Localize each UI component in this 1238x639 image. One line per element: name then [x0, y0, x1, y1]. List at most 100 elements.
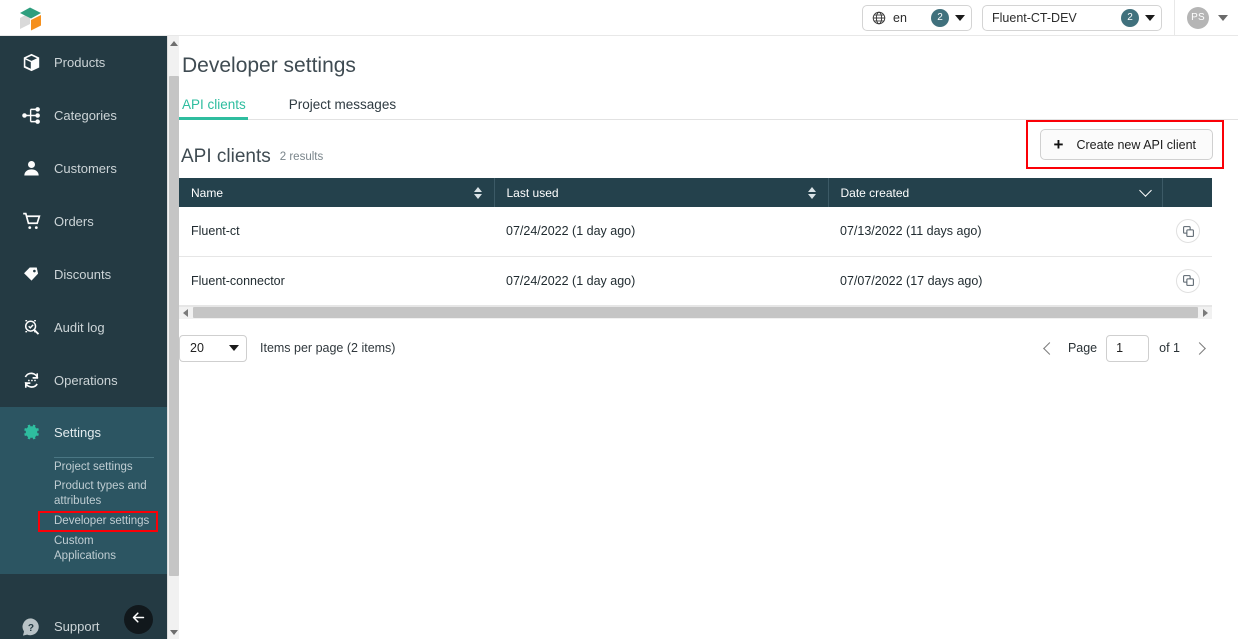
chevron-down-icon	[229, 345, 239, 351]
chevron-right-icon	[1193, 342, 1206, 355]
cart-icon	[14, 211, 48, 232]
table-body: Fluent-ct 07/24/2022 (1 day ago) 07/13/2…	[179, 207, 1212, 305]
language-label: en	[893, 11, 931, 25]
horizontal-scrollbar-thumb[interactable]	[193, 307, 1198, 318]
refresh-dots-icon	[14, 370, 48, 391]
sidebar-subitem-product-types[interactable]: Product types and attributes	[0, 477, 168, 511]
sidebar-item-label: Orders	[54, 214, 94, 229]
logo-container[interactable]	[0, 0, 168, 36]
sidebar-item-label: Categories	[54, 108, 117, 123]
cell-last-used: 07/24/2022 (1 day ago)	[494, 256, 828, 305]
column-header-last-used[interactable]: Last used	[494, 178, 828, 207]
copy-icon[interactable]	[1176, 219, 1200, 243]
arrow-left-icon	[130, 609, 147, 631]
tab-label: Project messages	[289, 97, 396, 112]
column-header-date-created[interactable]: Date created	[828, 178, 1162, 207]
svg-text:?: ?	[28, 622, 34, 633]
sort-toggle-icon[interactable]	[808, 187, 816, 199]
tab-project-messages[interactable]: Project messages	[286, 97, 401, 119]
sidebar-subitem-custom-applications[interactable]: Custom Applications	[0, 532, 168, 566]
gear-icon	[14, 421, 48, 443]
chevron-down-icon[interactable]	[1145, 15, 1155, 21]
scroll-left-arrow-icon[interactable]	[179, 306, 192, 319]
sidebar-subitem-project-settings[interactable]: Project settings	[0, 458, 168, 477]
project-selector[interactable]: Fluent-CT-DEV 2	[982, 5, 1162, 31]
total-pages-label: of 1	[1159, 341, 1180, 355]
sidebar-item-settings[interactable]: Settings	[0, 407, 168, 457]
table-header-row: Name Last used Date cr	[179, 178, 1212, 207]
project-count-badge: 2	[1121, 9, 1139, 27]
previous-page-button[interactable]	[1037, 337, 1059, 359]
cell-actions	[1162, 256, 1212, 305]
globe-icon	[872, 11, 886, 25]
page-number-input[interactable]: 1	[1106, 335, 1149, 362]
chevron-down-icon[interactable]	[955, 15, 965, 21]
sidebar-scrollbar-thumb[interactable]	[169, 76, 179, 576]
sort-descending-chevron-down-icon[interactable]	[1139, 184, 1152, 197]
tab-api-clients[interactable]: API clients	[179, 97, 251, 119]
table-row[interactable]: Fluent-ct 07/24/2022 (1 day ago) 07/13/2…	[179, 207, 1212, 256]
list-title: API clients	[181, 146, 271, 168]
commercetools-logo	[14, 4, 48, 32]
table-head: Name Last used Date cr	[179, 178, 1212, 207]
language-selector[interactable]: en 2	[862, 5, 972, 31]
sidebar-item-categories[interactable]: Categories	[0, 89, 168, 142]
sidebar-item-customers[interactable]: Customers	[0, 142, 168, 195]
sidebar-item-operations[interactable]: Operations	[0, 354, 168, 407]
page-title: Developer settings	[179, 36, 1238, 78]
scroll-right-arrow-icon[interactable]	[1199, 306, 1212, 319]
user-icon	[14, 158, 48, 179]
list-header: API clients 2 results + Create new API c…	[179, 120, 1238, 172]
box-icon	[14, 52, 48, 73]
page-number-value: 1	[1116, 341, 1123, 355]
sidebar-subitem-label: Developer settings	[54, 515, 149, 527]
next-page-button[interactable]	[1190, 337, 1212, 359]
pagination: Page 1 of 1	[1037, 335, 1212, 362]
plus-icon: +	[1054, 136, 1064, 153]
sidebar-collapse-button[interactable]	[124, 605, 153, 634]
cell-name: Fluent-ct	[179, 207, 494, 256]
sidebar-scrollbar[interactable]	[167, 36, 179, 639]
topbar-divider	[1174, 0, 1175, 36]
sidebar-item-label: Support	[54, 619, 100, 634]
column-header-name[interactable]: Name	[179, 178, 494, 207]
project-label: Fluent-CT-DEV	[992, 11, 1121, 25]
chevron-left-icon	[1043, 342, 1056, 355]
cell-date-created: 07/13/2022 (11 days ago)	[828, 207, 1162, 256]
cell-actions	[1162, 207, 1212, 256]
app-root: en 2 Fluent-CT-DEV 2 PS Products	[0, 0, 1238, 639]
sidebar-item-discounts[interactable]: Discounts	[0, 248, 168, 301]
cell-date-created: 07/07/2022 (17 days ago)	[828, 256, 1162, 305]
create-new-api-client-button[interactable]: + Create new API client	[1040, 129, 1213, 160]
table-horizontal-scrollbar[interactable]	[179, 306, 1212, 319]
user-menu-chevron-down-icon[interactable]	[1218, 15, 1228, 21]
page-label: Page	[1068, 341, 1097, 355]
sidebar-item-audit-log[interactable]: Audit log	[0, 301, 168, 354]
sidebar-item-label: Operations	[54, 373, 118, 388]
api-clients-table-wrapper: Name Last used Date cr	[179, 178, 1212, 319]
sort-toggle-icon[interactable]	[474, 187, 482, 199]
sidebar: Products Categories Custo	[0, 36, 168, 639]
column-header-actions	[1162, 178, 1212, 207]
top-bar: en 2 Fluent-CT-DEV 2 PS	[0, 0, 1238, 36]
sidebar-group-settings: Settings Project settings Product types …	[0, 407, 168, 574]
column-label: Name	[191, 186, 223, 200]
create-button-label: Create new API client	[1076, 138, 1196, 152]
sidebar-item-label: Discounts	[54, 267, 111, 282]
sidebar-item-products[interactable]: Products	[0, 36, 168, 89]
sidebar-subitem-label: Project settings	[54, 461, 133, 473]
list-result-count: 2 results	[280, 151, 323, 164]
cell-last-used: 07/24/2022 (1 day ago)	[494, 207, 828, 256]
sidebar-subitem-label: Product types and attributes	[54, 480, 147, 507]
column-label: Date created	[841, 186, 910, 200]
copy-icon[interactable]	[1176, 269, 1200, 293]
table-row[interactable]: Fluent-connector 07/24/2022 (1 day ago) …	[179, 256, 1212, 305]
items-per-page-select[interactable]: 20	[179, 335, 247, 362]
tab-bar: API clients Project messages	[179, 92, 1238, 120]
items-per-page-label: Items per page (2 items)	[260, 341, 395, 355]
sidebar-item-orders[interactable]: Orders	[0, 195, 168, 248]
sidebar-subitem-developer-settings[interactable]: Developer settings	[40, 513, 156, 530]
top-bar-right: en 2 Fluent-CT-DEV 2 PS	[862, 0, 1238, 36]
tab-label: API clients	[182, 97, 246, 112]
avatar[interactable]: PS	[1187, 7, 1209, 29]
